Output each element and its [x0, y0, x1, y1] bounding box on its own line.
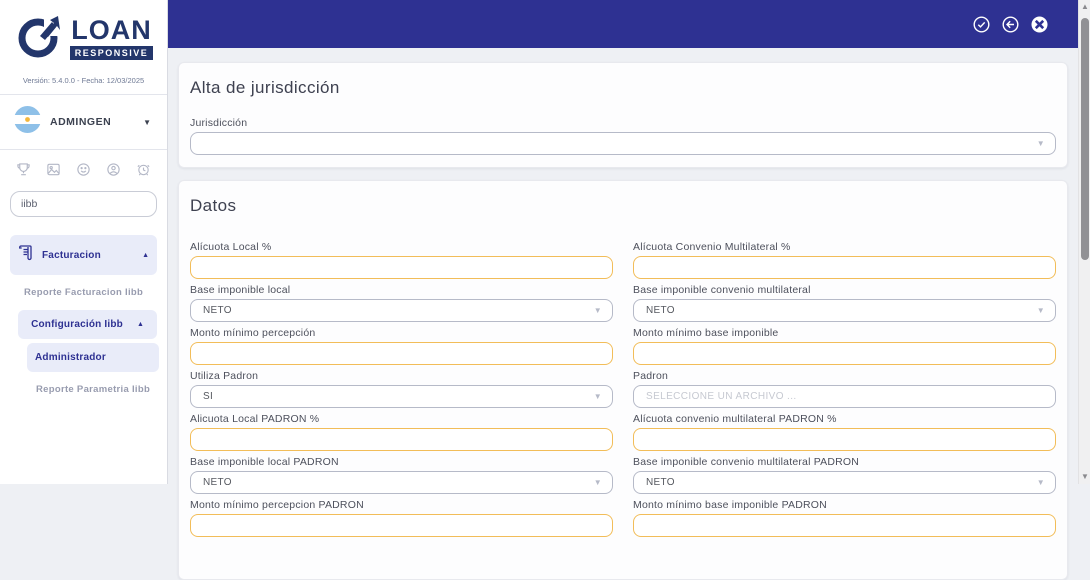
user-name: ADMINGEN [50, 116, 112, 128]
monto-minimo-base-input[interactable] [633, 342, 1056, 365]
smiley-icon[interactable] [76, 162, 91, 177]
scroll-down-arrow[interactable]: ▼ [1079, 470, 1090, 484]
chevron-down-icon: ▼ [1036, 139, 1045, 148]
jurisdiccion-card: Alta de jurisdicción Jurisdicción ▼ [178, 62, 1068, 168]
utiliza-padron-select[interactable]: SI ▼ [190, 385, 613, 408]
chevron-up-icon: ▲ [142, 251, 149, 259]
field-label: Alícuota Convenio Multilateral % [633, 241, 791, 253]
confirm-button[interactable] [973, 15, 990, 33]
chevron-down-icon: ▼ [1036, 478, 1045, 487]
datos-form: Alícuota Local % Alícuota Convenio Multi… [190, 241, 1056, 542]
monto-minimo-base-padron-input[interactable] [633, 514, 1056, 537]
alarm-clock-icon[interactable] [136, 162, 151, 177]
field-label: Monto mínimo percepción [190, 327, 316, 339]
field-label: Utiliza Padron [190, 370, 259, 382]
field-label: Alícuota Local % [190, 241, 272, 253]
app-logo: LOAN RESPONSIVE [0, 0, 167, 67]
jurisdiccion-select[interactable]: ▼ [190, 132, 1056, 155]
sidebar: LOAN RESPONSIVE Versión: 5.4.0.0 - Fecha… [0, 0, 168, 484]
datos-title: Datos [190, 196, 237, 215]
topbar [168, 0, 1078, 48]
base-imponible-local-select[interactable]: NETO ▼ [190, 299, 613, 322]
sidebar-item-label: Facturacion [42, 249, 101, 261]
alicuota-convenio-padron-input[interactable] [633, 428, 1056, 451]
invoice-icon [18, 244, 42, 266]
alicuota-local-input[interactable] [190, 256, 613, 279]
sidebar-item-reporte-parametria[interactable]: Reporte Parametria Iibb [0, 372, 167, 407]
loan-logo-icon [14, 10, 66, 67]
image-icon[interactable] [46, 162, 61, 177]
sidebar-menu: Facturacion ▲ Reporte Facturacion Iibb C… [0, 229, 167, 407]
scrollbar-thumb[interactable] [1081, 18, 1089, 260]
chevron-up-icon: ▲ [137, 321, 144, 328]
datos-card: Datos Alícuota Local % Alícuota Convenio… [178, 180, 1068, 580]
field-label: Monto mínimo base imponible PADRON [633, 499, 827, 511]
version-text: Versión: 5.4.0.0 - Fecha: 12/03/2025 [22, 76, 145, 85]
alicuota-convenio-input[interactable] [633, 256, 1056, 279]
field-label: Padron [633, 370, 669, 382]
person-circle-icon[interactable] [106, 162, 121, 177]
quick-icons [0, 150, 167, 183]
base-imponible-local-padron-select[interactable]: NETO ▼ [190, 471, 613, 494]
field-label: Monto mínimo base imponible [633, 327, 779, 339]
sidebar-item-administrador[interactable]: Administrador [27, 343, 159, 372]
vertical-scrollbar[interactable]: ▲ ▼ [1078, 0, 1090, 484]
scroll-up-arrow[interactable]: ▲ [1079, 0, 1090, 14]
logo-subtitle: RESPONSIVE [69, 46, 154, 60]
sidebar-item-label: Administrador [35, 352, 106, 363]
trophy-icon[interactable] [16, 162, 31, 177]
user-menu[interactable]: ADMINGEN ▼ [0, 95, 167, 149]
monto-minimo-percepcion-input[interactable] [190, 342, 613, 365]
user-avatar-flag [14, 106, 41, 138]
sidebar-item-facturacion[interactable]: Facturacion ▲ [10, 235, 157, 275]
back-button[interactable] [1002, 15, 1019, 33]
jurisdiccion-title: Alta de jurisdicción [190, 78, 340, 97]
chevron-down-icon: ▼ [1036, 306, 1045, 315]
jurisdiccion-label: Jurisdicción [190, 117, 248, 129]
sidebar-item-reporte-facturacion[interactable]: Reporte Facturacion Iibb [0, 275, 167, 310]
chevron-down-icon: ▼ [593, 306, 602, 315]
sidebar-item-label: Configuración Iibb [31, 319, 123, 330]
chevron-down-icon: ▼ [143, 117, 151, 127]
field-label: Alícuota convenio multilateral PADRON % [633, 413, 837, 425]
field-label: Monto mínimo percepcion PADRON [190, 499, 364, 511]
padron-file-input[interactable] [633, 385, 1056, 408]
field-label: Base imponible local PADRON [190, 456, 339, 468]
chevron-down-icon: ▼ [593, 392, 602, 401]
logo-title: LOAN [71, 15, 152, 45]
field-label: Base imponible local [190, 284, 291, 296]
base-imponible-convenio-select[interactable]: NETO ▼ [633, 299, 1056, 322]
field-label: Base imponible convenio multilateral [633, 284, 811, 296]
close-button[interactable] [1031, 16, 1048, 33]
sidebar-item-configuracion-iibb[interactable]: Configuración Iibb ▲ [18, 310, 157, 339]
monto-minimo-percepcion-padron-input[interactable] [190, 514, 613, 537]
field-label: Alicuota Local PADRON % [190, 413, 320, 425]
chevron-down-icon: ▼ [593, 478, 602, 487]
search-input[interactable] [10, 191, 157, 217]
field-label: Base imponible convenio multilateral PAD… [633, 456, 860, 468]
base-imponible-convenio-padron-select[interactable]: NETO ▼ [633, 471, 1056, 494]
alicuota-local-padron-input[interactable] [190, 428, 613, 451]
main-area: Alta de jurisdicción Jurisdicción ▼ Dato… [168, 0, 1090, 580]
